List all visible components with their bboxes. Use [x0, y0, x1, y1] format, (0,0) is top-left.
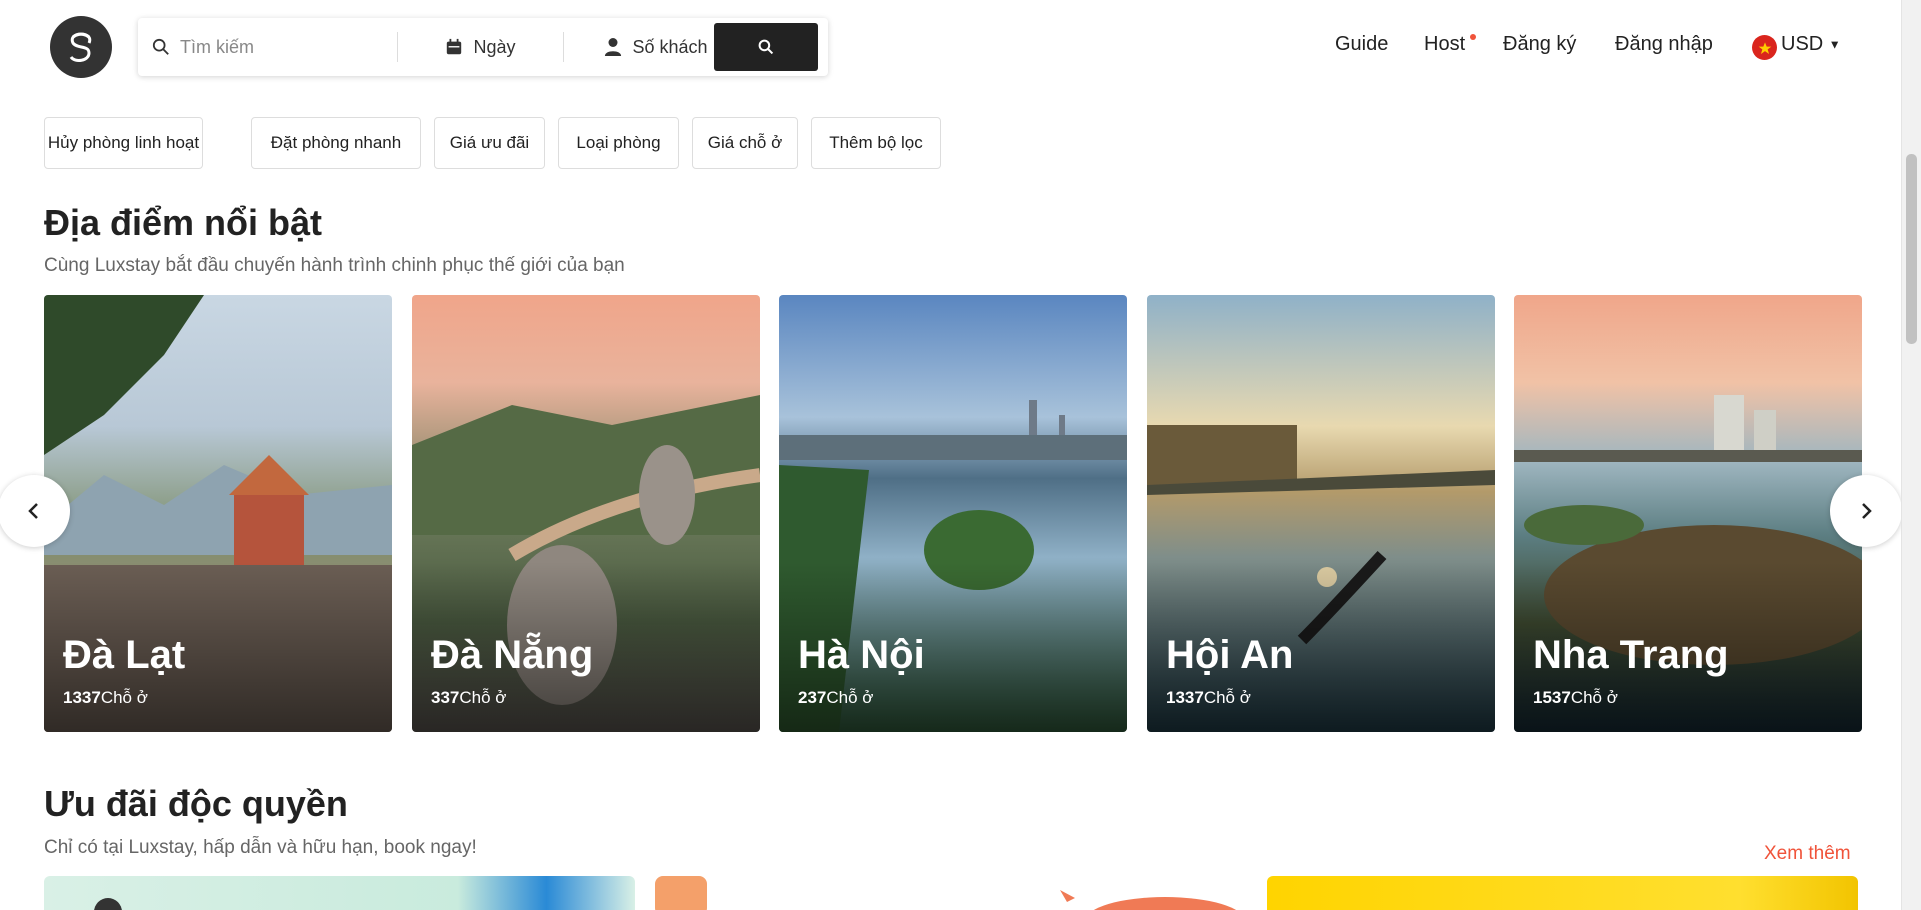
search-icon [758, 39, 774, 55]
place-count: 1537Chỗ ở [1533, 688, 1618, 707]
nav-login[interactable]: Đăng nhập [1615, 33, 1713, 56]
carousel-next-button[interactable] [1830, 475, 1902, 547]
date-label: Ngày [473, 36, 516, 57]
search-button[interactable] [714, 23, 818, 71]
filter-price[interactable]: Giá chỗ ở [692, 117, 798, 169]
place-count: 237Chỗ ở [798, 688, 874, 707]
user-icon [605, 38, 622, 56]
deals-subtitle: Chỉ có tại Luxstay, hấp dẫn và hữu hạn, … [44, 837, 477, 858]
filter-room-type[interactable]: Loại phòng [558, 117, 679, 169]
guests-label: Số khách [632, 36, 708, 57]
promo-banner-3[interactable] [1267, 876, 1858, 910]
place-card-da-nang[interactable]: Đà Nẵng 337Chỗ ở [412, 295, 760, 732]
vietnam-flag-icon [1752, 35, 1777, 60]
place-name: Hà Nội [798, 633, 925, 677]
nav-host[interactable]: Host [1424, 33, 1465, 56]
search-bar: Tìm kiếm Ngày Số khách [138, 18, 828, 76]
scrollbar-thumb[interactable] [1906, 154, 1917, 344]
place-card-ha-noi[interactable]: Hà Nội 237Chỗ ở [779, 295, 1127, 732]
nav-register[interactable]: Đăng ký [1503, 33, 1576, 56]
chevron-left-icon [28, 503, 38, 519]
place-name: Đà Lạt [63, 633, 186, 677]
see-more-link[interactable]: Xem thêm [1764, 843, 1851, 865]
promo-banner-1[interactable] [44, 876, 635, 910]
promo-2-art [655, 876, 1237, 910]
logo-s-icon [69, 32, 92, 62]
carousel-prev-button[interactable] [0, 475, 70, 547]
host-notification-dot [1470, 34, 1476, 40]
place-card-nha-trang[interactable]: Nha Trang 1537Chỗ ở [1514, 295, 1862, 732]
logo-s-icon [94, 898, 122, 910]
place-name: Hội An [1166, 633, 1294, 677]
place-name: Nha Trang [1533, 633, 1729, 677]
place-card-hoi-an[interactable]: Hội An 1337Chỗ ở [1147, 295, 1495, 732]
deals-title: Ưu đãi độc quyền [44, 783, 348, 824]
place-name: Đà Nẵng [431, 633, 594, 677]
promo-banner-2[interactable] [655, 876, 1246, 910]
place-card-da-lat[interactable]: Đà Lạt 1337Chỗ ở [44, 295, 392, 732]
search-placeholder: Tìm kiếm [180, 36, 254, 57]
place-count: 337Chỗ ở [431, 688, 507, 707]
luxstay-logo[interactable] [50, 16, 112, 78]
chevron-right-icon [1862, 503, 1872, 519]
currency-selector[interactable]: USD ▼ [1781, 33, 1841, 56]
filter-more[interactable]: Thêm bộ lọc [811, 117, 941, 169]
search-icon [152, 38, 169, 55]
filter-flexible-cancel[interactable]: Hủy phòng linh hoạt [44, 117, 203, 169]
date-picker[interactable]: Ngày [398, 32, 564, 62]
nav-guide[interactable]: Guide [1335, 33, 1388, 56]
currency-label: USD [1781, 33, 1824, 55]
calendar-icon [447, 38, 462, 55]
filter-discount[interactable]: Giá ưu đãi [434, 117, 545, 169]
search-input[interactable]: Tìm kiếm [138, 32, 398, 62]
place-count: 1337Chỗ ở [1166, 688, 1251, 707]
chevron-down-icon: ▼ [1828, 37, 1841, 52]
featured-subtitle: Cùng Luxstay bắt đầu chuyến hành trình c… [44, 255, 625, 276]
featured-title: Địa điểm nổi bật [44, 202, 323, 243]
filter-instant-book[interactable]: Đặt phòng nhanh [251, 117, 421, 169]
place-count: 1337Chỗ ở [63, 688, 148, 707]
page-scrollbar[interactable] [1901, 0, 1921, 910]
